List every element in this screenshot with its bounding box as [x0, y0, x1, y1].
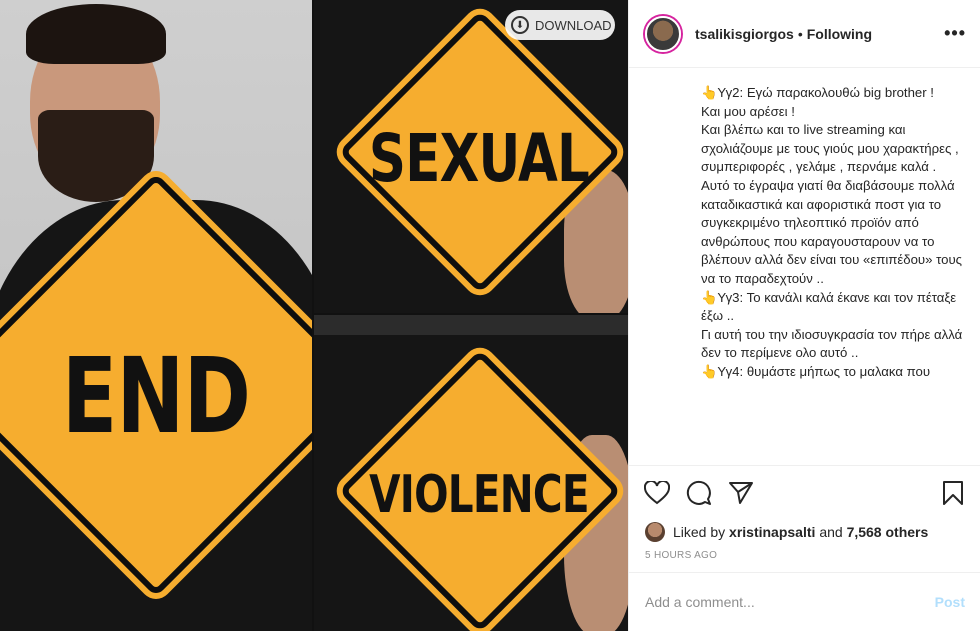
post-image[interactable]: END SEXUAL VIOLENCE ⬇ DOWNLOAD — [0, 0, 628, 631]
comment-bar: Post — [629, 572, 980, 631]
end-sign-text: END — [61, 335, 251, 457]
violence-sign-text: VIOLENCE — [369, 465, 589, 525]
caption-line: Αυτό το έγραψα γιατί θα διαβάσουμε πολλά… — [701, 177, 963, 286]
image-panel-left: END — [0, 0, 312, 631]
separator-dot: • — [797, 25, 803, 42]
following-button[interactable]: Following — [807, 26, 872, 42]
image-panel-bottom-right: VIOLENCE — [314, 315, 628, 631]
caption-line: Και βλέπω και το live streaming και σχολ… — [701, 122, 959, 175]
liker-username[interactable]: xristinapsalti — [729, 524, 815, 540]
hair — [26, 4, 166, 64]
post-button[interactable]: Post — [935, 594, 965, 610]
heart-icon[interactable] — [643, 479, 671, 507]
post-caption: 👆Υγ2: Εγώ παρακολουθώ big brother ! Και … — [701, 84, 963, 462]
post-sidebar: tsalikisgiorgos • Following ••• 👆Υγ2: Εγ… — [628, 0, 980, 631]
beard — [38, 110, 154, 202]
share-icon[interactable] — [727, 479, 755, 507]
likes-prefix: Liked by — [673, 524, 726, 540]
bookmark-icon[interactable] — [939, 479, 967, 507]
username-link[interactable]: tsalikisgiorgos — [695, 26, 794, 42]
caption-line: 👆Υγ3: Το κανάλι καλά έκανε και τον πέταξ… — [701, 289, 957, 324]
caption-line: 👆Υγ4: θυμάστε μήπως το μαλακα που — [701, 363, 931, 379]
download-icon: ⬇ — [511, 16, 529, 34]
likes-middle: and — [819, 524, 843, 540]
avatar[interactable] — [645, 15, 681, 52]
post-timestamp[interactable]: 5 HOURS AGO — [629, 550, 980, 561]
caption-line: Και μου αρέσει ! — [701, 103, 795, 119]
sexual-sign-text: SEXUAL — [368, 120, 590, 197]
image-panel-top-right: SEXUAL — [314, 0, 628, 313]
caption-line: Γι αυτή του την ιδιοσυγκρασία τον πήρε α… — [701, 326, 963, 361]
likes-count[interactable]: 7,568 others — [847, 524, 929, 540]
ellipsis-icon[interactable]: ••• — [944, 23, 966, 44]
caption-line: 👆Υγ2: Εγώ παρακολουθώ big brother ! — [701, 85, 934, 100]
action-bar — [629, 466, 980, 520]
likes-row: Liked by xristinapsalti and 7,568 others — [629, 520, 980, 544]
post-header: tsalikisgiorgos • Following ••• — [629, 0, 980, 68]
comment-input[interactable] — [645, 594, 935, 610]
comment-icon[interactable] — [685, 479, 713, 507]
post-actions-area: Liked by xristinapsalti and 7,568 others… — [629, 465, 980, 561]
download-label: DOWNLOAD — [535, 17, 612, 33]
liker-avatar[interactable] — [645, 522, 665, 542]
download-button[interactable]: ⬇ DOWNLOAD — [505, 10, 615, 40]
